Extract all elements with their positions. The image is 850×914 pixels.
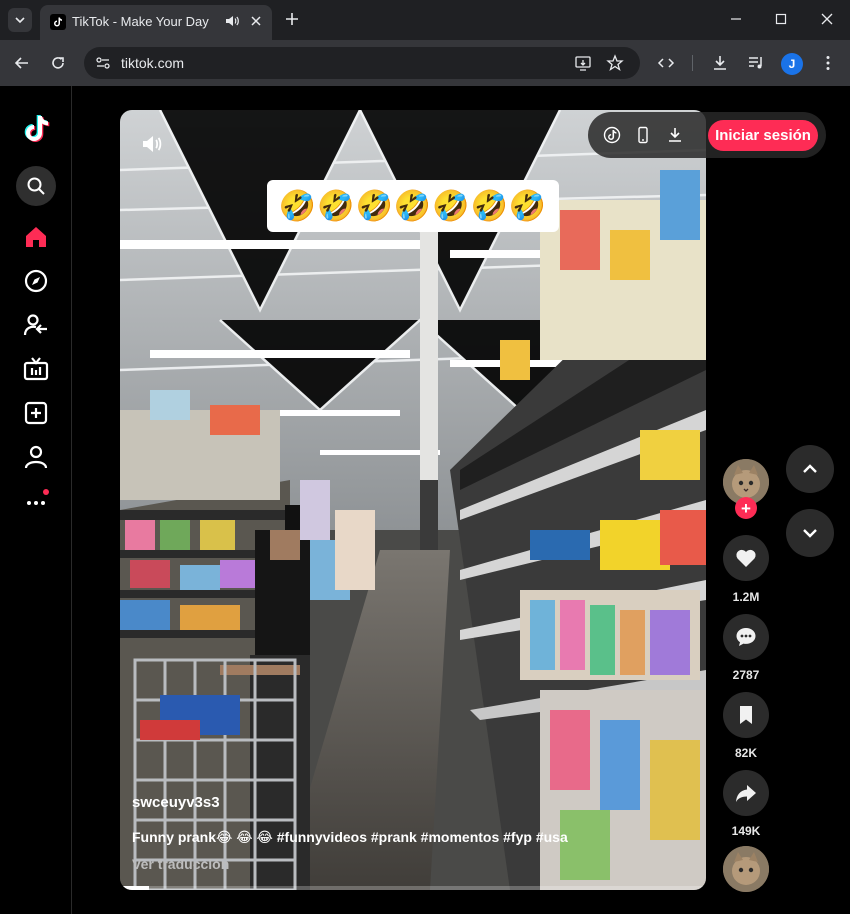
like-count: 1.2M <box>732 590 760 604</box>
next-video-button[interactable] <box>786 509 834 557</box>
download-icon[interactable] <box>709 52 731 74</box>
menu-dots-icon[interactable] <box>817 52 839 74</box>
profile-icon[interactable] <box>20 441 52 473</box>
comment-icon <box>736 628 756 646</box>
tiktok-sidebar <box>0 86 72 914</box>
bookmark-star-icon[interactable] <box>606 54 624 77</box>
browser-toolbar: tiktok.com J <box>0 40 850 86</box>
save-count: 82K <box>734 746 757 760</box>
chevron-down-icon <box>803 529 817 538</box>
video-author[interactable]: swceuyv3s3 <box>132 794 220 811</box>
explore-icon[interactable] <box>20 265 52 297</box>
new-tab-icon[interactable] <box>282 9 302 34</box>
comment-button[interactable] <box>723 614 769 660</box>
tiktok-logo-icon[interactable] <box>18 110 54 146</box>
url-text[interactable]: tiktok.com <box>121 55 184 71</box>
minimize-icon[interactable] <box>727 10 745 33</box>
notification-dot <box>43 489 49 495</box>
close-tab-icon[interactable] <box>248 13 264 34</box>
site-settings-icon[interactable] <box>94 54 112 77</box>
following-icon[interactable] <box>20 309 52 341</box>
reload-icon[interactable] <box>47 52 69 74</box>
upload-icon[interactable] <box>20 397 52 429</box>
see-translation-link[interactable]: Ver traducción <box>132 856 229 872</box>
maximize-icon[interactable] <box>772 10 790 33</box>
volume-icon[interactable] <box>140 132 164 161</box>
get-app-tiktok-icon[interactable] <box>602 125 622 145</box>
back-arrow-icon[interactable] <box>11 52 33 74</box>
login-button[interactable]: Iniciar sesión <box>708 120 818 151</box>
code-icon[interactable] <box>655 52 677 74</box>
toolbar-divider <box>692 55 693 71</box>
like-button[interactable] <box>723 535 769 581</box>
follow-plus-icon[interactable]: + <box>735 497 757 519</box>
video-progress-bar[interactable] <box>120 886 706 890</box>
previous-video-button[interactable] <box>786 445 834 493</box>
video-progress-fill <box>120 886 150 890</box>
chevron-up-icon <box>803 464 817 473</box>
speaker-icon[interactable] <box>224 13 240 34</box>
tiktok-favicon-icon <box>50 14 66 30</box>
video-caption[interactable]: Funny prank😂 😂 😂 #funnyvideos #prank #mo… <box>132 829 568 846</box>
video-player[interactable]: 🤣🤣🤣🤣🤣🤣🤣 swceuyv3s3 Funny prank😂 😂 😂 #fun… <box>120 110 706 890</box>
install-app-icon[interactable] <box>574 54 592 77</box>
save-button[interactable] <box>723 692 769 738</box>
browser-tab-bar: TikTok - Make Your Day <box>0 0 850 40</box>
download-video-icon[interactable] <box>665 125 685 145</box>
close-window-icon[interactable] <box>818 10 836 33</box>
share-icon <box>736 785 756 802</box>
address-bar[interactable]: tiktok.com <box>84 47 640 79</box>
phone-icon[interactable] <box>633 125 653 145</box>
browser-tab[interactable]: TikTok - Make Your Day <box>40 5 272 40</box>
live-icon[interactable] <box>20 353 52 385</box>
tab-search-button[interactable] <box>8 8 32 32</box>
comment-count: 2787 <box>732 668 760 682</box>
search-icon <box>27 177 45 195</box>
heart-icon <box>736 549 756 567</box>
music-disc-avatar[interactable] <box>723 846 769 892</box>
chevron-down-icon <box>15 17 25 24</box>
profile-avatar[interactable]: J <box>781 53 803 75</box>
search-button[interactable] <box>16 166 56 206</box>
tab-title: TikTok - Make Your Day <box>72 14 209 29</box>
bookmark-icon <box>740 706 752 724</box>
emoji-overlay: 🤣🤣🤣🤣🤣🤣🤣 <box>267 180 559 232</box>
share-count: 149K <box>731 824 761 838</box>
media-controls-icon[interactable] <box>745 52 767 74</box>
share-button[interactable] <box>723 770 769 816</box>
home-icon[interactable] <box>20 221 52 253</box>
